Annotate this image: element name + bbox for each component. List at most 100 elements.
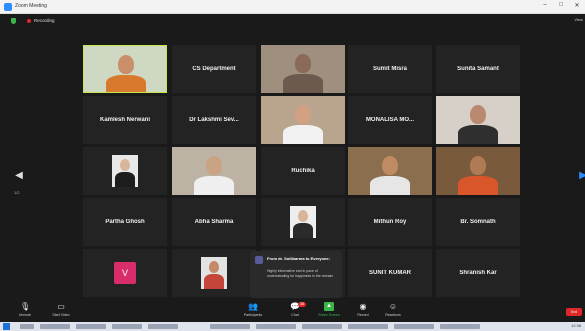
participant-video bbox=[261, 198, 345, 246]
participant-video bbox=[348, 147, 432, 195]
participant-video bbox=[83, 147, 167, 195]
system-clock: 12:38 bbox=[570, 323, 581, 328]
participant-name: CS Department bbox=[192, 66, 236, 72]
taskbar-search-icon[interactable] bbox=[20, 324, 34, 329]
taskbar-app-9[interactable] bbox=[394, 324, 434, 329]
page-indicator-left: 1/2 bbox=[14, 190, 20, 195]
taskbar-app-3[interactable] bbox=[112, 324, 142, 329]
chat-notification-popup[interactable]: From dr. Sullibarma to Everyone: Highly … bbox=[250, 251, 342, 298]
participant-tile[interactable]: Br. Somnath bbox=[436, 198, 520, 246]
participant-name: Dr Lakshmi Sev... bbox=[189, 117, 239, 123]
share-screen-button[interactable]: ▲ Share Screen bbox=[312, 302, 346, 322]
participant-tile[interactable]: SUNIT KUMAR bbox=[348, 249, 432, 297]
participant-video bbox=[172, 249, 256, 297]
unmute-label: Unmute bbox=[18, 313, 32, 317]
participant-tile[interactable]: Sunita Samant bbox=[436, 45, 520, 93]
taskbar-app-4[interactable] bbox=[148, 324, 178, 329]
taskbar-app-2[interactable] bbox=[76, 324, 106, 329]
participant-tile[interactable]: Ruchika bbox=[261, 147, 345, 195]
windows-start-icon[interactable] bbox=[3, 323, 10, 330]
participants-button[interactable]: 👥 Participants bbox=[236, 302, 270, 322]
window-titlebar: Zoom Meeting – □ ✕ bbox=[0, 0, 585, 14]
participant-tile[interactable] bbox=[172, 147, 256, 195]
start-video-label: Start Video bbox=[52, 313, 70, 317]
participant-video bbox=[436, 96, 520, 144]
recording-label: Recording bbox=[34, 18, 55, 23]
record-button[interactable]: ◉ Record bbox=[346, 302, 380, 322]
participant-name: Kamlesh Nerwani bbox=[99, 117, 151, 123]
participant-video bbox=[261, 45, 345, 93]
unmute-button[interactable]: 🎙 Unmute bbox=[8, 302, 42, 322]
chat-sender-avatar bbox=[255, 256, 263, 264]
participant-video bbox=[84, 46, 166, 92]
participant-video bbox=[172, 147, 256, 195]
maximize-button[interactable]: □ bbox=[554, 2, 568, 8]
taskbar-app-7[interactable] bbox=[302, 324, 342, 329]
participant-name: SUNIT KUMAR bbox=[369, 270, 411, 276]
participant-tile[interactable] bbox=[261, 96, 345, 144]
chat-button[interactable]: 💬 38 Chat bbox=[278, 302, 312, 322]
smiley-icon: ☺ bbox=[388, 302, 398, 311]
participant-tile[interactable]: MONALISA MO... bbox=[348, 96, 432, 144]
meeting-infobar: Recording View bbox=[0, 14, 585, 28]
zoom-app-icon bbox=[4, 3, 12, 11]
participant-video bbox=[261, 96, 345, 144]
taskbar-app-10[interactable] bbox=[440, 324, 480, 329]
participant-tile[interactable] bbox=[83, 147, 167, 195]
reactions-label: Reactions bbox=[385, 313, 401, 317]
participant-name: Mithun Roy bbox=[373, 219, 407, 225]
record-label: Record bbox=[357, 313, 369, 317]
participant-tile[interactable] bbox=[172, 249, 256, 297]
participant-name: Abha Sharma bbox=[194, 219, 234, 225]
participant-tile[interactable]: CS Department bbox=[172, 45, 256, 93]
participant-video bbox=[436, 147, 520, 195]
chat-message: Highly informative and in pace of unders… bbox=[267, 269, 334, 278]
window-title: Zoom Meeting bbox=[15, 3, 47, 9]
share-screen-label: Share Screen bbox=[318, 313, 340, 317]
meeting-toolbar: 🎙 Unmute ▭ Start Video 👥 Participants 💬 … bbox=[0, 300, 585, 322]
participant-tile[interactable] bbox=[261, 198, 345, 246]
participant-tile[interactable]: Sumit Misra bbox=[348, 45, 432, 93]
participant-name: Br. Somnath bbox=[460, 219, 496, 225]
participant-tile[interactable]: Mithun Roy bbox=[348, 198, 432, 246]
video-camera-off-icon: ▭ bbox=[57, 302, 65, 311]
taskbar-app-8[interactable] bbox=[348, 324, 388, 329]
participant-name: Ruchika bbox=[291, 168, 315, 174]
participant-tile[interactable]: Shranish Kar bbox=[436, 249, 520, 297]
security-shield-icon[interactable] bbox=[11, 18, 16, 24]
participant-tile[interactable] bbox=[436, 96, 520, 144]
chat-label: Chat bbox=[291, 313, 299, 317]
participant-tile[interactable] bbox=[261, 45, 345, 93]
close-button[interactable]: ✕ bbox=[570, 2, 584, 9]
participants-icon: 👥 bbox=[248, 302, 258, 311]
os-taskbar: 12:38 bbox=[0, 322, 585, 331]
recording-dot-icon bbox=[27, 19, 31, 23]
next-page-arrow-icon[interactable]: ▶ bbox=[579, 164, 585, 188]
participant-tile[interactable]: Kamlesh Nerwani bbox=[83, 96, 167, 144]
participants-label: Participants bbox=[243, 313, 263, 317]
taskbar-app-5[interactable] bbox=[210, 324, 250, 329]
participant-name: Sumit Misra bbox=[372, 66, 407, 72]
taskbar-app-6[interactable] bbox=[256, 324, 296, 329]
participant-tile[interactable] bbox=[348, 147, 432, 195]
participant-tile[interactable] bbox=[83, 45, 167, 93]
participant-name: Partha Ghosh bbox=[105, 219, 145, 225]
participant-name: MONALISA MO... bbox=[365, 117, 415, 123]
participant-tile[interactable]: V bbox=[83, 249, 167, 297]
previous-page-arrow-icon[interactable]: ◀ bbox=[15, 164, 23, 188]
view-button[interactable]: View bbox=[569, 17, 583, 25]
taskbar-app-1[interactable] bbox=[40, 324, 70, 329]
participant-tile[interactable]: Dr Lakshmi Sev... bbox=[172, 96, 256, 144]
participant-tile[interactable] bbox=[436, 147, 520, 195]
participant-tile[interactable]: Abha Sharma bbox=[172, 198, 256, 246]
start-video-button[interactable]: ▭ Start Video bbox=[44, 302, 78, 322]
participant-name: Sunita Samant bbox=[457, 66, 499, 72]
minimize-button[interactable]: – bbox=[538, 2, 552, 8]
reactions-button[interactable]: ☺ Reactions bbox=[376, 302, 410, 322]
end-meeting-button[interactable]: End bbox=[566, 308, 582, 316]
participant-tile[interactable]: Partha Ghosh bbox=[83, 198, 167, 246]
chat-unread-badge: 38 bbox=[298, 302, 306, 307]
record-icon: ◉ bbox=[359, 302, 367, 311]
share-screen-icon: ▲ bbox=[324, 302, 334, 311]
participant-avatar: V bbox=[114, 262, 136, 284]
